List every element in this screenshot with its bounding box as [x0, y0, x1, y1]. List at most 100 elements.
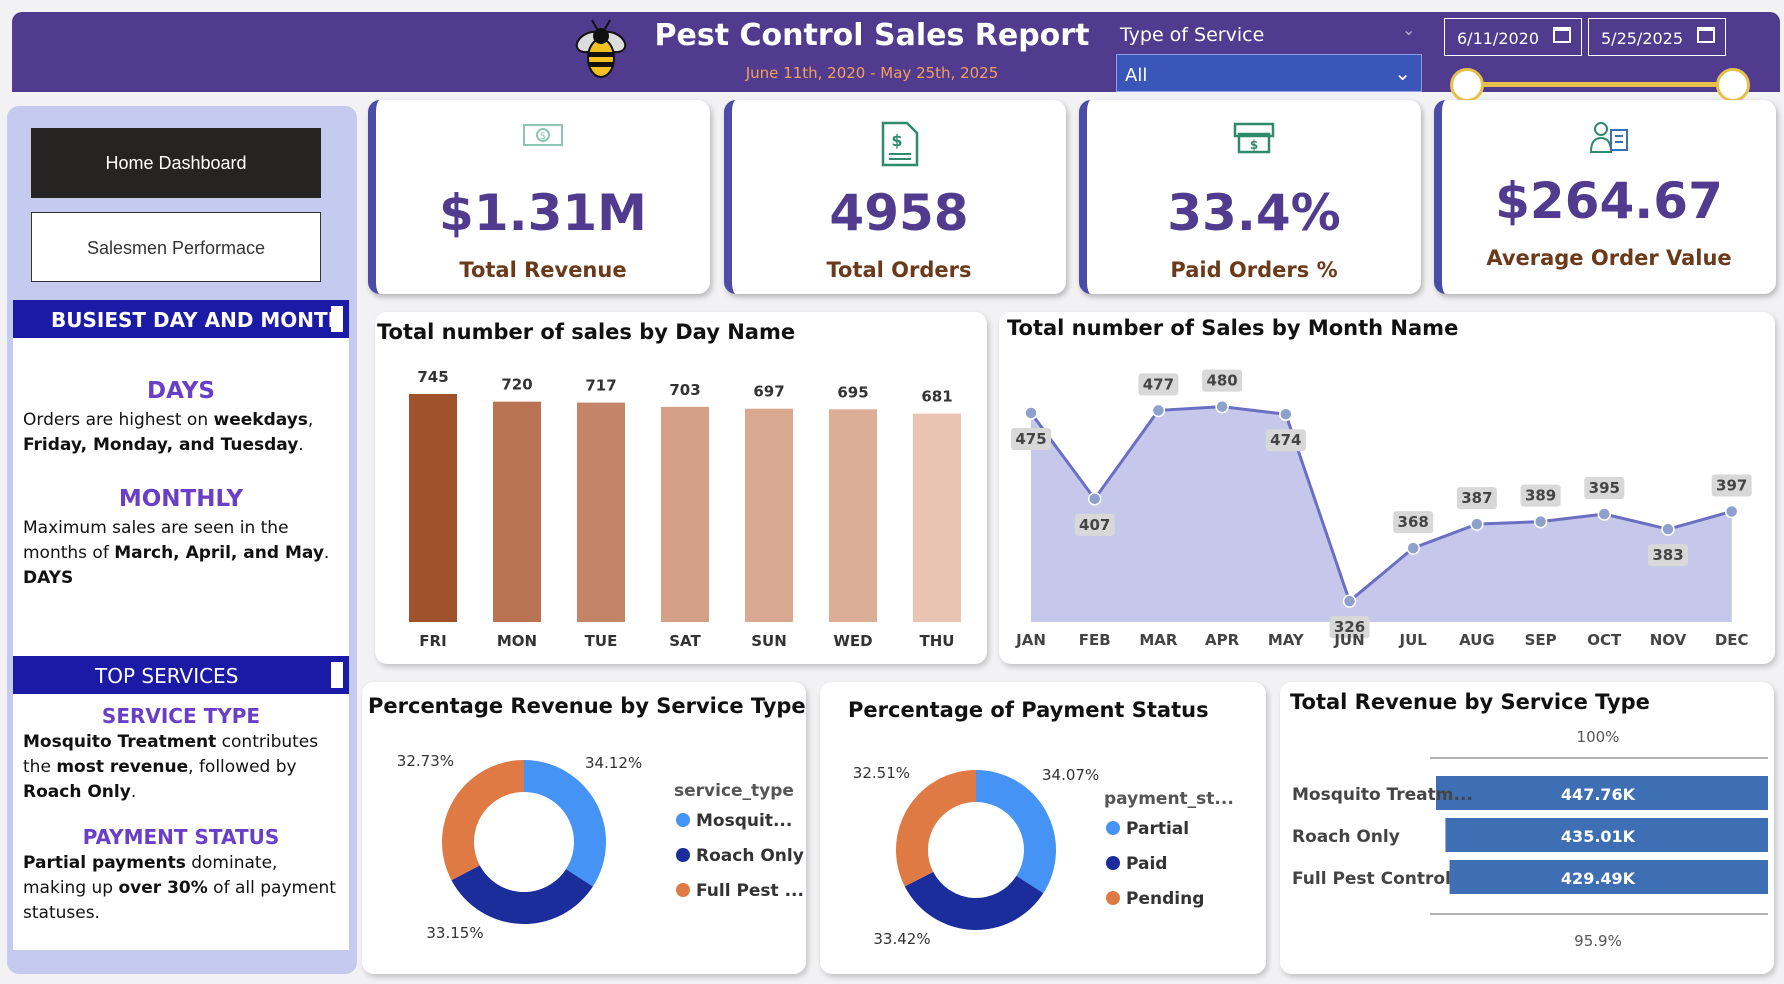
day-axis-label: WED: [833, 632, 872, 650]
legend-item: Full Pest ...: [696, 881, 804, 901]
month-value-label: 389: [1525, 487, 1556, 505]
service-type-select[interactable]: All ⌄: [1116, 54, 1422, 92]
svg-text:$: $: [1250, 138, 1258, 152]
day-axis-label: SUN: [751, 632, 787, 650]
top-services-body: SERVICE TYPE Mosquito Treatment contribu…: [13, 694, 349, 950]
donut-slice: [524, 760, 606, 887]
top-axis-label: 100%: [1577, 728, 1620, 746]
day-bar-value-label: 717: [585, 377, 616, 395]
service-select-value: All: [1125, 65, 1148, 86]
kpi-total-orders: $ 4958 Total Orders: [724, 100, 1066, 294]
month-axis-label: MAY: [1268, 631, 1305, 649]
day-sales-chart-card: Total number of sales by Day Name 745 FRI…: [375, 312, 987, 664]
month-value-label: 397: [1716, 476, 1747, 494]
report-title: Pest Control Sales Report: [654, 18, 1090, 53]
end-date-input[interactable]: 5/25/2025: [1588, 18, 1726, 56]
scroll-indicator[interactable]: [331, 662, 343, 688]
calendar-icon[interactable]: [1553, 27, 1571, 43]
day-bar: [577, 402, 625, 622]
date-slider-start-handle[interactable]: [1450, 68, 1484, 102]
month-data-point: [1406, 541, 1420, 555]
month-axis-label: DEC: [1715, 631, 1749, 649]
calendar-icon[interactable]: [1697, 27, 1715, 43]
month-data-point: [1087, 492, 1102, 506]
donut-value-label: 33.15%: [426, 924, 483, 942]
kpi-label: Average Order Value: [1486, 246, 1732, 270]
month-value-label: 368: [1398, 513, 1429, 531]
month-data-point: [1279, 407, 1293, 421]
day-bar: [829, 409, 877, 622]
month-data-point: [1597, 507, 1612, 521]
donut-value-label: 32.73%: [397, 752, 454, 770]
svg-text:$: $: [540, 131, 546, 142]
left-sidebar: Home Dashboard Salesmen Performace BUSIE…: [7, 106, 357, 974]
month-sales-area-chart: 475JAN407FEB477MAR480APR474MAY326JUN368J…: [1011, 369, 1752, 649]
donut-value-label: 34.12%: [585, 754, 642, 772]
service-category-label: Mosquito Treatm...: [1292, 785, 1473, 805]
date-range-slider-track[interactable]: [1468, 82, 1732, 87]
kpi-total-revenue: $ $1.31M Total Revenue: [368, 100, 710, 294]
bottom-axis-label: 95.9%: [1574, 932, 1622, 950]
legend-item: Mosquit...: [696, 811, 792, 831]
month-data-point: [1215, 399, 1229, 414]
payment-status-card: Percentage of Payment Status 34.07% 33.42…: [820, 682, 1266, 974]
payment-status-donut-chart: 34.07% 33.42% 32.51% payment_st... Partial Pa…: [853, 764, 1234, 948]
day-bar-value-label: 697: [753, 383, 784, 401]
day-bar: [661, 406, 709, 622]
month-data-point: [1024, 406, 1038, 420]
kpi-label: Paid Orders %: [1170, 258, 1338, 282]
date-slider-end-handle[interactable]: [1716, 68, 1750, 102]
service-revenue-donut-chart: 34.12% 33.15% 32.73% service_type Mosquit...…: [397, 752, 804, 942]
payment-status-heading: PAYMENT STATUS: [82, 825, 280, 849]
day-sales-bar-chart: 745 FRI 720 MON 717 TUE 703 SAT 697 SUN 695 WED 681 T…: [409, 368, 961, 650]
kpi-label: Total Revenue: [459, 258, 627, 282]
day-bar-value-label: 720: [501, 376, 532, 394]
home-dashboard-button[interactable]: Home Dashboard: [31, 128, 321, 198]
donut-slice: [896, 770, 976, 887]
scroll-indicator[interactable]: [331, 306, 343, 332]
service-category-label: Full Pest Control: [1292, 869, 1451, 889]
month-value-label: 474: [1270, 431, 1301, 449]
month-axis-label: JUL: [1399, 631, 1428, 649]
monthly-heading: MONTHLY: [118, 486, 244, 512]
day-bar-value-label: 681: [921, 388, 952, 406]
legend-item: Roach Only: [696, 846, 804, 866]
day-axis-label: FRI: [419, 632, 446, 650]
service-percentage-card: Percentage Revenue by Service Type 34.12…: [362, 682, 806, 974]
month-value-label: 475: [1015, 430, 1046, 448]
month-axis-label: JUN: [1333, 631, 1364, 649]
legend-marker: [1106, 856, 1120, 870]
legend-title: service_type: [674, 781, 794, 801]
salesmen-performance-button[interactable]: Salesmen Performace: [31, 212, 321, 282]
kpi-average-order-value: $264.67 Average Order Value: [1434, 100, 1776, 294]
busiest-section-header: BUSIEST DAY AND MONTH: [13, 300, 349, 338]
month-data-point: [1151, 403, 1166, 418]
donut-value-label: 32.51%: [853, 764, 910, 782]
invoice-icon: $: [881, 121, 919, 167]
donut-slice: [451, 865, 593, 924]
month-data-point: [1342, 594, 1357, 608]
service-revenue-value-label: 429.49K: [1561, 869, 1636, 888]
start-date-input[interactable]: 6/11/2020: [1444, 18, 1582, 56]
kpi-paid-orders: $ 33.4% Paid Orders %: [1079, 100, 1421, 294]
legend-item: Pending: [1126, 889, 1204, 909]
day-bar-value-label: 703: [669, 381, 700, 399]
order-value-icon: [1589, 122, 1628, 153]
kpi-label: Total Orders: [826, 258, 972, 282]
svg-text:$: $: [891, 131, 902, 150]
legend-marker: [676, 813, 690, 827]
chevron-down-icon[interactable]: ⌄: [1402, 20, 1415, 39]
days-text: Orders are highest on weekdays, Friday, …: [23, 410, 314, 455]
month-data-point: [1470, 517, 1484, 531]
legend-marker: [676, 883, 690, 897]
month-value-label: 407: [1079, 516, 1110, 534]
month-data-point: [1533, 514, 1548, 529]
service-revenue-bar-chart: 100% Mosquito Treatm... 447.76K Roach Only 4…: [1292, 728, 1768, 950]
donut-value-label: 34.07%: [1042, 766, 1099, 784]
legend-marker: [1106, 891, 1120, 905]
month-axis-label: FEB: [1079, 631, 1111, 649]
day-bar-value-label: 695: [837, 383, 868, 401]
service-type-text: Mosquito Treatment contributes the most …: [23, 732, 319, 802]
legend-marker: [1106, 821, 1120, 835]
day-axis-label: SAT: [669, 632, 701, 650]
